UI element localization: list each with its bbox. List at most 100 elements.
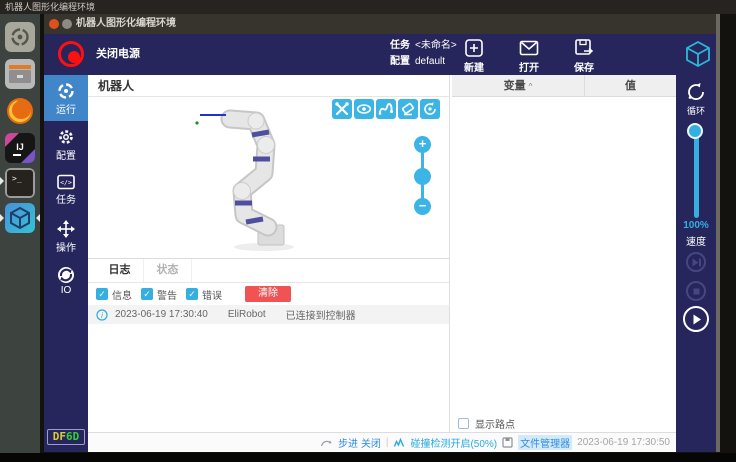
file-manager-link[interactable]: 文件管理器 [518, 435, 572, 450]
window-close-button[interactable] [49, 19, 59, 29]
collision-detection-status[interactable]: 碰撞检测开启(50%) [410, 435, 497, 450]
terminal-icon[interactable]: >_ [5, 168, 35, 198]
show-waypoints-toggle[interactable]: 显示路点 [458, 416, 515, 431]
stop-icon [691, 286, 702, 297]
visibility-button[interactable] [354, 99, 374, 119]
show-waypoints-checkbox[interactable] [458, 418, 469, 429]
nav-item-run[interactable]: 运行 [44, 75, 88, 121]
speed-slider-thumb[interactable] [687, 123, 703, 139]
save-task-button[interactable]: 保存 [562, 36, 606, 74]
variables-panel: 变量 ^ 值 显示路点 [452, 75, 676, 432]
eraser-icon [400, 101, 416, 117]
log-entry-time: 2023-06-19 17:30:40 [115, 309, 208, 320]
checkbox-checked-icon: ✓ [141, 288, 153, 300]
clear-log-button[interactable]: 清除 [245, 286, 291, 302]
filter-warning[interactable]: ✓ 警告 [141, 287, 177, 302]
robot-3d-viewport[interactable] [88, 97, 450, 258]
speed-slider-track[interactable] [694, 128, 699, 218]
checkbox-checked-icon: ✓ [186, 288, 198, 300]
tab-log[interactable]: 日志 [96, 259, 144, 282]
nav-item-io[interactable]: IO [44, 259, 88, 305]
file-manager-status-icon [502, 437, 513, 448]
desktop: 机器人图形化编程环境 IJ [0, 0, 736, 462]
info-icon: i [96, 309, 108, 321]
freedrive-button[interactable] [376, 99, 396, 119]
task-value: <未命名> [415, 40, 457, 51]
status-timestamp: 2023-06-19 17:30:50 [577, 437, 670, 448]
eraser-button[interactable] [398, 99, 418, 119]
brand-logo-icon [684, 40, 712, 68]
save-icon [574, 38, 594, 58]
step-next-icon [691, 257, 702, 268]
log-entry-source: EliRobot [228, 309, 266, 320]
filter-info[interactable]: ✓ 信息 [96, 287, 132, 302]
focused-indicator-elirobot [36, 214, 40, 222]
running-indicator-elirobot [0, 214, 4, 222]
code-window-icon: </> [57, 174, 75, 190]
desktop-menubar-title: 机器人图形化编程环境 [5, 2, 95, 12]
loop-mode-button[interactable]: 循环 [676, 82, 716, 117]
tab-status[interactable]: 状态 [144, 259, 192, 282]
reset-view-button[interactable] [420, 99, 440, 119]
stop-button[interactable] [686, 281, 706, 301]
freedrive-icon [378, 101, 394, 117]
play-button[interactable] [683, 306, 709, 332]
log-panel: 日志 状态 ✓ 信息 ✓ 警告 ✓ 错误 清除 i 2023-06-19 17:… [88, 258, 450, 432]
task-label: 任务 [390, 40, 410, 51]
filter-error[interactable]: ✓ 错误 [186, 287, 222, 302]
step-mode-status[interactable]: 步进 关闭 [338, 435, 381, 450]
config-label: 配置 [390, 56, 410, 67]
reset-view-icon [422, 101, 438, 117]
open-icon [519, 38, 539, 58]
nav-item-task[interactable]: </> 任务 [44, 167, 88, 213]
loop-label: 循环 [676, 104, 716, 117]
top-toolbar: 关闭电源 任务<未命名> 配置default 新建 打开 保存 [44, 34, 716, 75]
desktop-bottom-edge [0, 453, 736, 462]
zoom-out-button[interactable]: − [414, 198, 431, 215]
power-button[interactable] [58, 41, 84, 67]
eye-icon [356, 101, 372, 117]
robot-panel-title: 机器人 [88, 75, 449, 97]
tools-icon [334, 101, 350, 117]
log-entry-row: i 2023-06-19 17:30:40 EliRobot 已连接到控制器 [88, 305, 449, 324]
elirobot-launcher-icon[interactable] [5, 203, 35, 233]
file-manager-icon[interactable] [5, 59, 35, 89]
new-task-button[interactable]: 新建 [452, 36, 496, 74]
open-task-button[interactable]: 打开 [507, 36, 551, 74]
nav-item-operate[interactable]: 操作 [44, 213, 88, 259]
new-task-label: 新建 [452, 59, 496, 74]
step-mode-icon [320, 437, 333, 448]
ubuntu-dash-icon[interactable] [5, 22, 35, 52]
new-file-icon [464, 38, 484, 58]
robot-tools-button[interactable] [332, 99, 352, 119]
launcher: IJ >_ [0, 14, 40, 454]
zoom-slider-thumb[interactable] [414, 168, 431, 185]
svg-text:i: i [101, 310, 103, 319]
variables-header: 变量 ^ 值 [452, 75, 676, 97]
log-entry-message: 已连接到控制器 [286, 307, 356, 322]
loop-icon [686, 82, 706, 102]
step-next-button[interactable] [686, 252, 706, 272]
play-icon [690, 313, 703, 326]
variable-column-header[interactable]: 变量 ^ [452, 75, 584, 96]
svg-text:>_: >_ [12, 174, 22, 183]
running-indicator-terminal [0, 177, 4, 185]
collision-detection-icon [393, 437, 405, 448]
zoom-in-button[interactable]: + [414, 136, 431, 153]
power-button-label: 关闭电源 [96, 34, 140, 75]
nav-item-label: 任务 [44, 191, 88, 206]
intellij-idea-icon[interactable]: IJ [5, 133, 35, 163]
open-task-label: 打开 [507, 59, 551, 74]
speed-percent: 100% [676, 220, 716, 231]
value-column-header[interactable]: 值 [584, 75, 676, 96]
firefox-icon[interactable] [5, 96, 35, 126]
save-task-label: 保存 [562, 59, 606, 74]
show-waypoints-label: 显示路点 [475, 416, 515, 431]
status-separator: | [386, 437, 389, 448]
window-minimize-button[interactable] [62, 19, 72, 29]
io-icon [57, 266, 75, 284]
nav-item-label: 配置 [44, 147, 88, 162]
nav-item-config[interactable]: 配置 [44, 121, 88, 167]
gear-icon [57, 128, 75, 146]
window-edge [716, 14, 720, 452]
